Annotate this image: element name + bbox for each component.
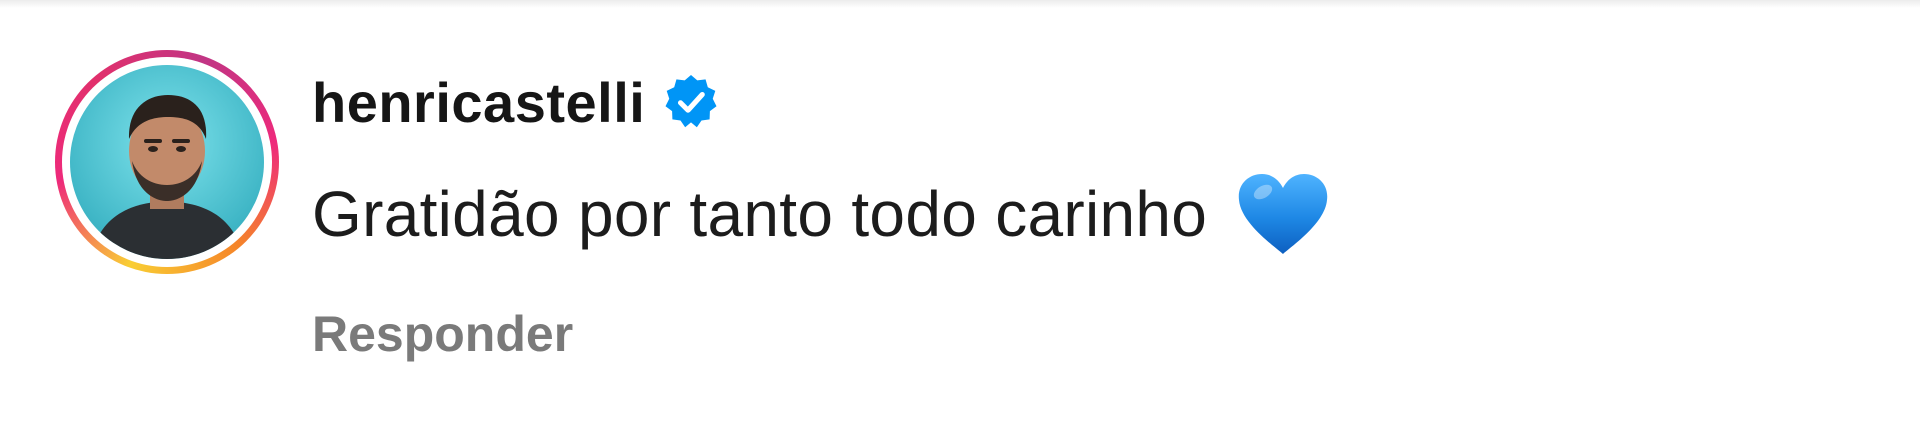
username-row: henricastelli	[312, 62, 721, 142]
reply-button[interactable]: Responder	[312, 305, 573, 363]
avatar-ring-gap	[62, 57, 272, 267]
username[interactable]: henricastelli	[312, 70, 645, 135]
verified-badge-icon	[661, 72, 721, 132]
profile-photo-icon	[90, 95, 244, 259]
blue-heart-icon	[1235, 170, 1331, 258]
comment-item: henricastelli Gratidão por tanto todo ca…	[0, 0, 1920, 437]
avatar-photo	[70, 65, 264, 259]
avatar[interactable]	[55, 50, 279, 274]
comment-text: Gratidão por tanto todo carinho	[312, 178, 1208, 250]
comment-body: Gratidão por tanto todo carinho	[312, 164, 1331, 264]
